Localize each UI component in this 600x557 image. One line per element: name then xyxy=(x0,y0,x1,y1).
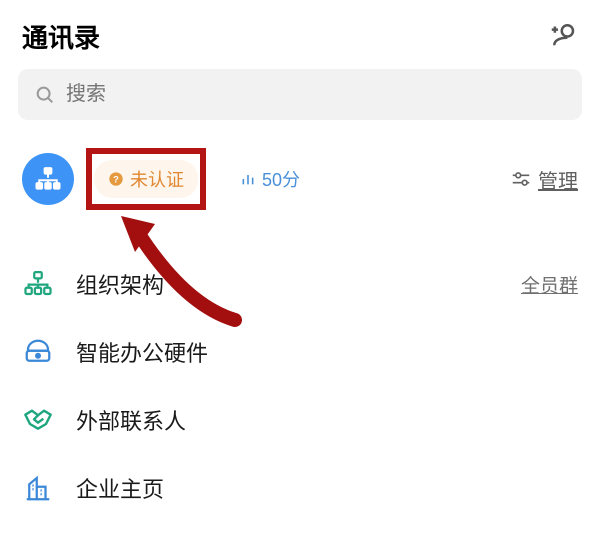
question-icon: ? xyxy=(108,171,124,187)
manage-link[interactable]: 管理 xyxy=(510,165,578,194)
settings-slider-icon xyxy=(510,168,532,190)
menu-item-company-page[interactable]: 企业主页 xyxy=(22,454,578,522)
menu-label: 组织架构 xyxy=(76,268,521,300)
page-title: 通讯录 xyxy=(22,18,100,55)
menu-label: 外部联系人 xyxy=(76,404,186,436)
org-tree-icon xyxy=(33,164,63,194)
menu-item-org-structure[interactable]: 组织架构 全员群 xyxy=(22,250,578,318)
manage-label: 管理 xyxy=(538,165,578,194)
search-field[interactable] xyxy=(66,83,566,106)
add-contact-icon xyxy=(548,19,578,49)
bar-chart-icon xyxy=(240,171,256,187)
verify-badge[interactable]: ? 未认证 xyxy=(94,160,198,198)
add-contact-button[interactable] xyxy=(548,19,578,54)
menu-label: 智能办公硬件 xyxy=(76,336,208,368)
org-structure-icon xyxy=(23,269,53,299)
score-pill[interactable]: 50分 xyxy=(226,160,314,198)
handshake-icon xyxy=(22,404,54,436)
building-icon xyxy=(23,473,53,503)
score-label: 50分 xyxy=(262,166,300,192)
svg-text:?: ? xyxy=(113,174,119,184)
highlight-box: ? 未认证 xyxy=(86,148,206,210)
org-avatar[interactable] xyxy=(22,153,74,205)
search-input[interactable] xyxy=(18,69,582,120)
all-staff-group-link[interactable]: 全员群 xyxy=(521,271,578,298)
hardware-icon xyxy=(23,337,53,367)
menu-item-smart-hardware[interactable]: 智能办公硬件 xyxy=(22,318,578,386)
verify-badge-label: 未认证 xyxy=(130,166,184,192)
menu-item-external-contacts[interactable]: 外部联系人 xyxy=(22,386,578,454)
search-icon xyxy=(34,84,56,106)
menu-label: 企业主页 xyxy=(76,472,164,504)
